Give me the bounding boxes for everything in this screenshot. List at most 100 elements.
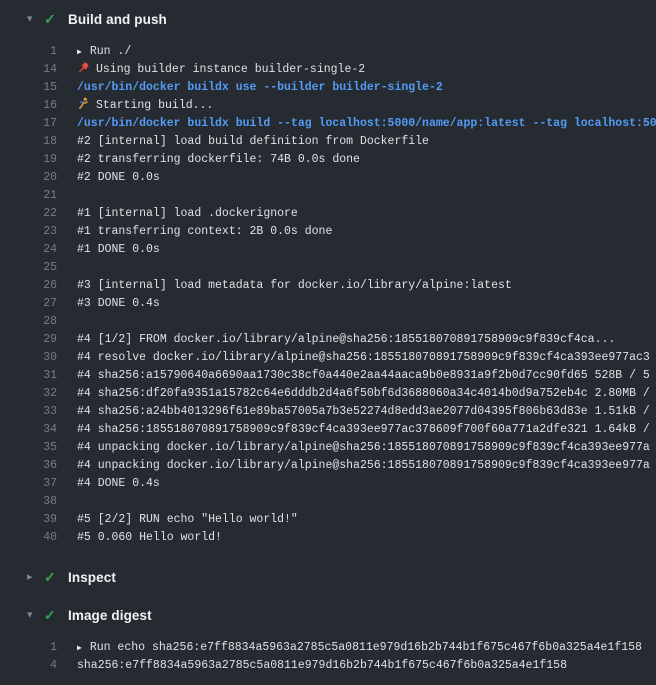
log-text-content: #1 DONE 0.0s xyxy=(77,243,160,256)
line-number[interactable]: 18 xyxy=(0,133,57,151)
line-number[interactable]: 27 xyxy=(0,295,57,313)
check-icon: ✓ xyxy=(44,608,68,622)
line-number[interactable]: 26 xyxy=(0,277,57,295)
log-line: 40 #5 0.060 Hello world! xyxy=(0,529,656,547)
line-number[interactable]: 39 xyxy=(0,511,57,529)
line-number[interactable]: 37 xyxy=(0,475,57,493)
log-text-content: Using builder instance builder-single-2 xyxy=(96,63,365,76)
log-command-text: /usr/bin/docker buildx build --tag local… xyxy=(57,115,656,133)
log-line: 25 xyxy=(0,259,656,277)
log-line: 26 #3 [internal] load metadata for docker… xyxy=(0,277,656,295)
expand-run-icon[interactable]: ▶ xyxy=(77,44,82,62)
log-line: 18 #2 [internal] load build definition fr… xyxy=(0,133,656,151)
line-number[interactable]: 4 xyxy=(0,657,57,675)
line-number[interactable]: 15 xyxy=(0,79,57,97)
log-text: #4 sha256:185518070891758909c9f839cf4ca3… xyxy=(57,421,650,439)
log-line: 14 Using builder instance builder-single-… xyxy=(0,61,656,79)
line-number[interactable]: 1 xyxy=(0,43,57,61)
log-text: #4 resolve docker.io/library/alpine@sha2… xyxy=(57,349,650,367)
line-number[interactable]: 35 xyxy=(0,439,57,457)
log-text: Starting build... xyxy=(57,97,213,117)
log-command-text: /usr/bin/docker buildx use --builder bui… xyxy=(57,79,443,97)
log-text-content: /usr/bin/docker buildx build --tag local… xyxy=(77,117,656,130)
line-number[interactable]: 29 xyxy=(0,331,57,349)
log-text-content: /usr/bin/docker buildx use --builder bui… xyxy=(77,81,443,94)
log-text-content: #4 unpacking docker.io/library/alpine@sh… xyxy=(77,459,650,472)
log-group-inspect: ▸ ✓ Inspect xyxy=(0,563,656,591)
log-text: #3 [internal] load metadata for docker.i… xyxy=(57,277,512,295)
log-text: #4 sha256:a24bb4013296f61e89ba57005a7b3e… xyxy=(57,403,650,421)
line-number[interactable]: 28 xyxy=(0,313,57,331)
log-line: 28 xyxy=(0,313,656,331)
log-text-content: #4 sha256:185518070891758909c9f839cf4ca3… xyxy=(77,423,650,436)
line-number[interactable]: 30 xyxy=(0,349,57,367)
line-number[interactable]: 19 xyxy=(0,151,57,169)
section-title: Inspect xyxy=(68,570,116,585)
log-text-content: #1 [internal] load .dockerignore xyxy=(77,207,298,220)
log-line: 29#4 [1/2] FROM docker.io/library/alpine… xyxy=(0,331,656,349)
line-number[interactable]: 16 xyxy=(0,97,57,115)
log-text: #1 [internal] load .dockerignore xyxy=(57,205,298,223)
log-line: 17/usr/bin/docker buildx build --tag loc… xyxy=(0,115,656,133)
line-number[interactable]: 36 xyxy=(0,457,57,475)
log-text-content: Run echo sha256:e7ff8834a5963a2785c5a081… xyxy=(90,641,642,654)
log-text-content: #2 [internal] load build definition from… xyxy=(77,135,429,148)
log-text: #4 unpacking docker.io/library/alpine@sh… xyxy=(57,457,650,475)
log-line: 20 #2 DONE 0.0s xyxy=(0,169,656,187)
log-text: Using builder instance builder-single-2 xyxy=(57,61,365,81)
log-text-content: #4 unpacking docker.io/library/alpine@sh… xyxy=(77,441,650,454)
log-text: #4 DONE 0.4s xyxy=(57,475,160,493)
line-number[interactable]: 31 xyxy=(0,367,57,385)
log-text-content: #5 [2/2] RUN echo "Hello world!" xyxy=(77,513,298,526)
log-line: 24 #1 DONE 0.0s xyxy=(0,241,656,259)
log-text-content: #5 0.060 Hello world! xyxy=(77,531,222,544)
expand-run-icon[interactable]: ▶ xyxy=(77,640,82,658)
line-number[interactable]: 20 xyxy=(0,169,57,187)
log-line: 22 #1 [internal] load .dockerignore xyxy=(0,205,656,223)
log-text-content: #3 [internal] load metadata for docker.i… xyxy=(77,279,512,292)
log-line: 33 #4 sha256:a24bb4013296f61e89ba57005a7b… xyxy=(0,403,656,421)
line-number[interactable]: 40 xyxy=(0,529,57,547)
log-text: #4 [1/2] FROM docker.io/library/alpine@s… xyxy=(57,331,615,349)
section-header-build-and-push[interactable]: ▾ ✓ Build and push xyxy=(0,5,656,33)
line-number[interactable]: 24 xyxy=(0,241,57,259)
section-header-inspect[interactable]: ▸ ✓ Inspect xyxy=(0,563,656,591)
log-text: #4 unpacking docker.io/library/alpine@sh… xyxy=(57,439,650,457)
line-number[interactable]: 23 xyxy=(0,223,57,241)
log-text-content: #4 sha256:df20fa9351a15782c64e6dddb2d4a6… xyxy=(77,387,650,400)
line-number[interactable]: 14 xyxy=(0,61,57,79)
log-text: #4 sha256:a15790640a6690aa1730c38cf0a440… xyxy=(57,367,650,385)
log-text: #4 sha256:df20fa9351a15782c64e6dddb2d4a6… xyxy=(57,385,650,403)
line-number[interactable]: 25 xyxy=(0,259,57,277)
log-lines: 1▶Run ./14Using builder instance builder… xyxy=(0,33,656,557)
chevron-down-icon[interactable]: ▾ xyxy=(27,610,44,621)
runner-icon xyxy=(77,97,91,117)
line-number[interactable]: 38 xyxy=(0,493,57,511)
line-number[interactable]: 1 xyxy=(0,639,57,657)
log-line: 32 #4 sha256:df20fa9351a15782c64e6dddb2d4… xyxy=(0,385,656,403)
log-text: #2 transferring dockerfile: 74B 0.0s don… xyxy=(57,151,360,169)
log-text-content: #4 resolve docker.io/library/alpine@sha2… xyxy=(77,351,650,364)
log-lines: 1 ▶ Run echo sha256:e7ff8834a5963a2785c5a0… xyxy=(0,629,656,685)
log-line: 30 #4 resolve docker.io/library/alpine@sh… xyxy=(0,349,656,367)
line-number[interactable]: 17 xyxy=(0,115,57,133)
line-number[interactable]: 32 xyxy=(0,385,57,403)
section-title: Image digest xyxy=(68,608,152,623)
line-number[interactable]: 21 xyxy=(0,187,57,205)
log-group-image-digest: ▾ ✓ Image digest 1 ▶ Run echo sha256:e7ff8… xyxy=(0,601,656,685)
log-text: sha256:e7ff8834a5963a2785c5a0811e979d16b… xyxy=(57,657,567,675)
log-text: #5 [2/2] RUN echo "Hello world!" xyxy=(57,511,298,529)
log-text: #2 [internal] load build definition from… xyxy=(57,133,429,151)
log-line: 34 #4 sha256:185518070891758909c9f839cf4c… xyxy=(0,421,656,439)
log-line: 21 xyxy=(0,187,656,205)
line-number[interactable]: 33 xyxy=(0,403,57,421)
log-line: 27#3 DONE 0.4s xyxy=(0,295,656,313)
line-number[interactable]: 22 xyxy=(0,205,57,223)
log-text-content: #2 DONE 0.0s xyxy=(77,171,160,184)
chevron-down-icon[interactable]: ▾ xyxy=(27,14,44,25)
log-text-content: #4 sha256:a24bb4013296f61e89ba57005a7b3e… xyxy=(77,405,650,418)
log-text-content: #4 sha256:a15790640a6690aa1730c38cf0a440… xyxy=(77,369,650,382)
line-number[interactable]: 34 xyxy=(0,421,57,439)
chevron-right-icon[interactable]: ▸ xyxy=(27,572,44,583)
section-header-image-digest[interactable]: ▾ ✓ Image digest xyxy=(0,601,656,629)
